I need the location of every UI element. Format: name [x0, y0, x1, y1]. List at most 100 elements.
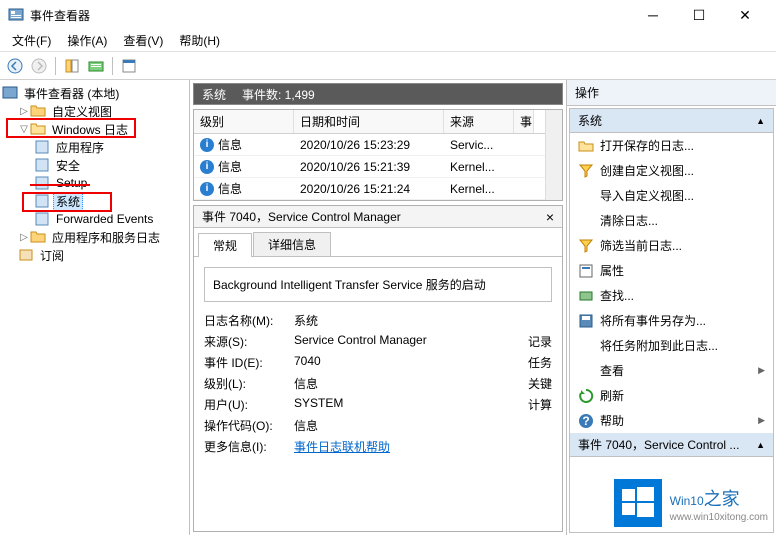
row-source: Servic... [444, 136, 514, 154]
app-title: 事件查看器 [30, 7, 630, 24]
row-level: 信息 [218, 180, 242, 197]
actions-section-system[interactable]: 系统▲ [570, 109, 773, 133]
eventid-value: 7040 [294, 354, 512, 371]
opcode-label: 操作代码(O): [204, 417, 294, 434]
watermark: Win10之家 www.win10xitong.com [614, 479, 768, 527]
tab-details[interactable]: 详细信息 [253, 232, 331, 256]
app-icon [8, 7, 24, 23]
refresh-icon [578, 388, 594, 404]
action-help[interactable]: ?帮助▶ [570, 408, 773, 433]
col-event[interactable]: 事 [514, 110, 534, 133]
row-datetime: 2020/10/26 15:23:29 [294, 136, 444, 154]
action-import-view[interactable]: 导入自定义视图... [570, 183, 773, 208]
more-link[interactable]: 事件日志联机帮助 [294, 438, 552, 455]
summary-count: 事件数: 1,499 [242, 86, 315, 103]
action-refresh[interactable]: 刷新 [570, 383, 773, 408]
table-row[interactable]: i信息2020/10/26 15:23:29Servic... [194, 134, 545, 156]
action-open-saved[interactable]: 打开保存的日志... [570, 133, 773, 158]
computer-label: 计算 [512, 396, 552, 413]
more-label: 更多信息(I): [204, 438, 294, 455]
chevron-right-icon: ▶ [758, 365, 765, 376]
action-filter[interactable]: 筛选当前日志... [570, 233, 773, 258]
grid-scrollbar[interactable] [545, 110, 562, 200]
log-icon [34, 211, 50, 227]
tree-security[interactable]: 安全 [2, 156, 187, 174]
logged-label: 记录 [512, 333, 552, 350]
log-icon [34, 193, 50, 209]
maximize-button[interactable]: ☐ [676, 0, 722, 30]
detail-close-button[interactable]: × [546, 209, 554, 225]
chevron-right-icon: ▶ [758, 415, 765, 426]
table-row[interactable]: i信息2020/10/26 15:21:24Kernel... [194, 178, 545, 200]
action-view[interactable]: 查看▶ [570, 358, 773, 383]
action-find[interactable]: 查找... [570, 283, 773, 308]
action-create-view[interactable]: 创建自定义视图... [570, 158, 773, 183]
row-source: Kernel... [444, 180, 514, 198]
tree-application[interactable]: 应用程序 [2, 138, 187, 156]
expand-icon[interactable]: ▷ [18, 232, 30, 243]
tree-windows-logs[interactable]: ▽ Windows 日志 [2, 120, 187, 138]
level-value: 信息 [294, 375, 512, 392]
table-row[interactable]: i信息2020/10/26 15:21:39Kernel... [194, 156, 545, 178]
filter-icon [578, 238, 594, 254]
folder-icon [30, 229, 46, 245]
chevron-up-icon: ▲ [756, 116, 765, 126]
tree-app-service-logs[interactable]: ▷ 应用程序和服务日志 [2, 228, 187, 246]
actions-section-event[interactable]: 事件 7040，Service Control ...▲ [570, 433, 773, 457]
find-icon [578, 288, 594, 304]
forward-button[interactable] [28, 55, 50, 77]
row-source: Kernel... [444, 158, 514, 176]
grid-header: 级别 日期和时间 来源 事 [194, 110, 545, 134]
subscription-icon [18, 247, 34, 263]
tree-custom-views[interactable]: ▷ 自定义视图 [2, 102, 187, 120]
tree-system[interactable]: 系统 [2, 192, 187, 210]
action-save-all[interactable]: 将所有事件另存为... [570, 308, 773, 333]
svg-text:?: ? [582, 414, 589, 428]
folder-open-icon [578, 138, 594, 154]
middle-pane: 系统 事件数: 1,499 级别 日期和时间 来源 事 i信息2020/10/2… [190, 80, 566, 535]
minimize-button[interactable]: ─ [630, 0, 676, 30]
action-properties[interactable]: 属性 [570, 258, 773, 283]
titlebar: 事件查看器 ─ ☐ ✕ [0, 0, 776, 30]
back-button[interactable] [4, 55, 26, 77]
info-icon: i [200, 160, 214, 174]
tree-subscription[interactable]: 订阅 [2, 246, 187, 264]
detail-panel: 事件 7040，Service Control Manager × 常规 详细信… [193, 205, 563, 532]
menu-file[interactable]: 文件(F) [4, 30, 59, 51]
row-datetime: 2020/10/26 15:21:39 [294, 158, 444, 176]
tree-root[interactable]: 事件查看器 (本地) [2, 84, 187, 102]
col-level[interactable]: 级别 [194, 110, 294, 133]
event-list-header: 系统 事件数: 1,499 [193, 83, 563, 105]
toolbar-icon-1[interactable] [61, 55, 83, 77]
col-source[interactable]: 来源 [444, 110, 514, 133]
description-box: Background Intelligent Transfer Service … [204, 267, 552, 302]
log-icon [34, 139, 50, 155]
info-icon: i [200, 138, 214, 152]
level-label: 级别(L): [204, 375, 294, 392]
collapse-icon[interactable]: ▽ [18, 124, 30, 135]
tab-general[interactable]: 常规 [198, 233, 252, 257]
windows-logo-icon [614, 479, 662, 527]
menu-action[interactable]: 操作(A) [59, 30, 115, 51]
menu-view[interactable]: 查看(V) [115, 30, 171, 51]
user-value: SYSTEM [294, 396, 512, 413]
detail-title: 事件 7040，Service Control Manager [202, 208, 401, 225]
expand-icon[interactable]: ▷ [18, 106, 30, 117]
toolbar [0, 52, 776, 80]
keyword-label: 关键 [512, 375, 552, 392]
action-clear-log[interactable]: 清除日志... [570, 208, 773, 233]
menu-help[interactable]: 帮助(H) [171, 30, 228, 51]
action-attach-task[interactable]: 将任务附加到此日志... [570, 333, 773, 358]
folder-open-icon [30, 121, 46, 137]
toolbar-icon-3[interactable] [118, 55, 140, 77]
toolbar-icon-2[interactable] [85, 55, 107, 77]
source-label: 来源(S): [204, 333, 294, 350]
tree-setup[interactable]: Setup [2, 174, 187, 192]
tree-forwarded[interactable]: Forwarded Events [2, 210, 187, 228]
col-datetime[interactable]: 日期和时间 [294, 110, 444, 133]
close-button[interactable]: ✕ [722, 0, 768, 30]
tree-view: 事件查看器 (本地) ▷ 自定义视图 ▽ Windows 日志 应用程序 安全 … [0, 80, 190, 535]
row-datetime: 2020/10/26 15:21:24 [294, 180, 444, 198]
log-icon [34, 175, 50, 191]
summary-section: 系统 [202, 86, 226, 103]
